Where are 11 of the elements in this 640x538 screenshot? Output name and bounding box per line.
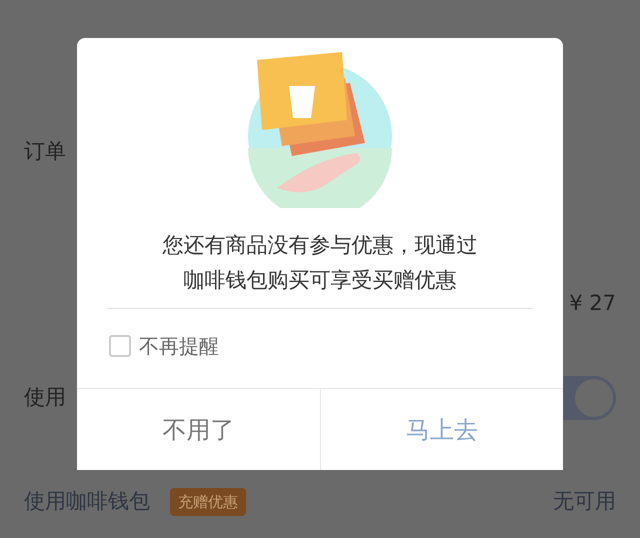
status-text: 无可用 [553,488,616,516]
row-label: 使用咖啡钱包 [24,488,150,516]
promo-badge: 充赠优惠 [170,488,246,516]
message-text: 您还有商品没有参与优惠，现通过 [162,232,478,259]
message-text: 咖啡钱包购买可享受买赠优惠 [182,267,458,294]
price-text: ¥ 27 [569,290,616,318]
checkbox[interactable] [109,335,131,357]
confirm-button[interactable]: 马上去 [320,389,563,470]
checkbox-label: 不再提醒 [139,333,219,360]
row-label: 使用 [24,384,66,412]
row-label: 订单 [24,138,66,166]
